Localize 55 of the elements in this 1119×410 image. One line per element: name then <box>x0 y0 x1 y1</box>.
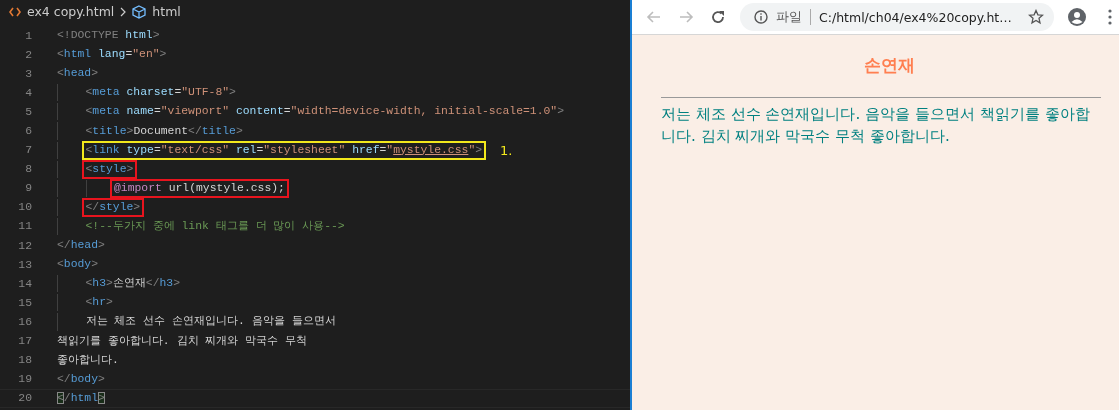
line-number: 1 <box>24 29 32 42</box>
line-number: 13 <box>17 258 32 271</box>
code-line: <!--두가지 중에 link 태그를 더 많이 사용--> <box>85 219 345 234</box>
chevron-icon <box>120 6 127 17</box>
code-line: <meta name="viewport" content="width=device-width, initial-scale=1.0"> <box>85 104 565 120</box>
line-number: 20 <box>17 392 32 405</box>
highlighted-code: <link type="text/css" rel="stylesheet" href="mystyle.css"> <box>81 140 487 160</box>
code-line: <hr> <box>85 295 113 311</box>
line-number: 2 <box>24 48 32 61</box>
line-number: 5 <box>24 105 32 118</box>
line-number: 8 <box>24 163 32 176</box>
code-icon <box>9 6 21 17</box>
line-number: 3 <box>24 67 32 80</box>
breadcrumb-item[interactable]: ex4 copy.html <box>27 4 115 19</box>
line-number: 19 <box>17 373 32 386</box>
highlighted-code: </style> <box>81 197 145 217</box>
url-text: C:/html/ch04/ex4%20copy.ht… <box>819 9 1013 25</box>
code-line: <h3>손연재</h3> <box>85 276 181 292</box>
code-line: <head> <box>57 66 99 82</box>
code-line: </head> <box>57 238 105 254</box>
scheme-label: 파일 <box>776 8 802 26</box>
line-number: 11 <box>17 220 32 233</box>
highlighted-code: <style> <box>81 159 138 179</box>
line-number: 10 <box>17 201 32 214</box>
code-line: <!DOCTYPE html> <box>57 28 160 44</box>
code-line: <html lang="en"> <box>57 47 167 63</box>
page-paragraph: 저는 체조 선수 손연재입니다. 음악을 들으면서 책읽기를 좋아합니다. 김치 찌개와 막국수 무척 좋아합니다. <box>661 104 1091 147</box>
line-number: 14 <box>17 277 32 290</box>
code-line: <body> <box>57 257 99 273</box>
line-number: 12 <box>17 239 32 252</box>
code-line: <meta charset="UTF-8"> <box>85 85 236 101</box>
highlighted-code: @import url(mystyle.css); <box>110 178 289 198</box>
line-number: 15 <box>17 296 32 309</box>
profile-icon[interactable] <box>1068 8 1086 26</box>
line-number: 4 <box>24 86 32 99</box>
star-icon[interactable] <box>1028 9 1044 25</box>
cube-icon <box>132 4 147 19</box>
code-line: 책읽기를 좋아합니다. 김치 찌개와 막국수 무척 <box>57 333 307 349</box>
code-line: </body> <box>57 371 105 387</box>
line-number: 6 <box>24 125 32 137</box>
line-number: 17 <box>17 335 32 348</box>
line-number: 18 <box>17 354 32 367</box>
line-number: 9 <box>24 182 32 195</box>
code-line: 좋아합니다. <box>57 352 119 368</box>
breadcrumb-item[interactable]: html <box>152 4 181 19</box>
line-number: 7 <box>24 144 32 157</box>
menu-icon[interactable] <box>1108 9 1112 25</box>
annotation-label: 1. <box>500 142 513 158</box>
code-line: 저는 체조 선수 손연재입니다. 음악을 들으면서 <box>85 314 336 330</box>
code-line: <title>Document</title> <box>85 123 243 139</box>
page-heading: 손연재 <box>862 55 916 77</box>
reload-icon[interactable] <box>710 9 726 25</box>
address-bar[interactable]: 파일 C:/html/ch04/ex4%20copy.ht… <box>740 3 1054 31</box>
info-icon <box>754 10 768 24</box>
line-number: 16 <box>17 315 32 328</box>
